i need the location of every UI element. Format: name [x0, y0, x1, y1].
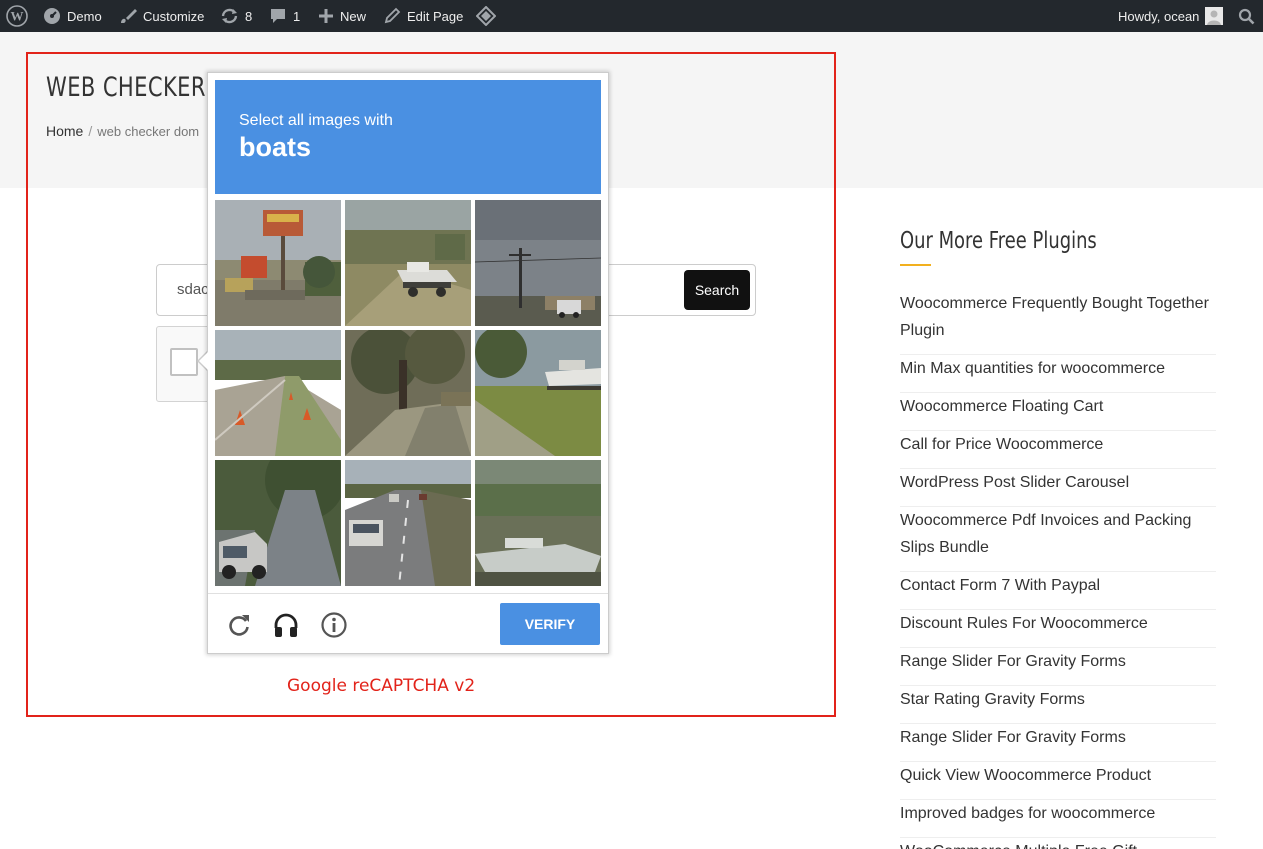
customize-label: Customize	[143, 8, 205, 24]
plugin-link[interactable]: Star Rating Gravity Forms	[900, 686, 1216, 724]
site-name-menu[interactable]: Demo	[43, 0, 102, 32]
edit-page-menu[interactable]: Edit Page	[383, 0, 463, 32]
verify-button[interactable]: VERIFY	[500, 603, 600, 645]
captcha-tile-boat-in-grass[interactable]	[475, 460, 601, 586]
captcha-tile-roadside-signs[interactable]	[215, 200, 341, 326]
avatar	[1205, 7, 1224, 25]
plugin-link[interactable]: Range Slider For Gravity Forms	[900, 648, 1216, 686]
plugin-list: Woocommerce Frequently Bought Together P…	[900, 290, 1216, 849]
captcha-tile-boat-on-trailer[interactable]	[345, 200, 471, 326]
diamond-icon	[476, 6, 496, 26]
refresh-updates-icon	[220, 7, 239, 25]
challenge-divider	[208, 593, 608, 594]
plugin-link[interactable]: Min Max quantities for woocommerce	[900, 355, 1216, 393]
comments-menu[interactable]: 1	[269, 0, 300, 32]
plugin-link[interactable]: Woocommerce Frequently Bought Together P…	[900, 290, 1216, 355]
annotation-caption: Google reCAPTCHA v2	[287, 676, 476, 696]
plugin-link[interactable]: Improved badges for woocommerce	[900, 800, 1216, 838]
challenge-pointer-inner	[199, 351, 209, 371]
admin-bar: W Demo Customize 8 1 New Edit Page Howdy…	[0, 0, 1263, 32]
updates-count: 8	[245, 8, 253, 24]
info-icon[interactable]	[320, 611, 348, 639]
dashboard-icon	[43, 7, 61, 25]
captcha-tile-road-cones[interactable]	[215, 330, 341, 456]
new-menu[interactable]: New	[318, 0, 366, 32]
search-icon[interactable]	[1238, 0, 1255, 32]
sidebar-title-underline	[900, 264, 931, 266]
pencil-icon	[383, 7, 401, 25]
plugin-link[interactable]: Woocommerce Pdf Invoices and Packing Sli…	[900, 507, 1216, 572]
sidebar-title: Our More Free Plugins	[900, 228, 1097, 254]
captcha-tile-car-on-street[interactable]	[215, 460, 341, 586]
wordpress-logo-icon[interactable]: W	[6, 0, 28, 32]
plugin-link[interactable]: Call for Price Woocommerce	[900, 431, 1216, 469]
challenge-keyword: boats	[239, 132, 312, 162]
updates-menu[interactable]: 8	[220, 0, 252, 32]
plugin-link[interactable]: WordPress Post Slider Carousel	[900, 469, 1216, 507]
new-label: New	[340, 8, 367, 24]
plugin-link[interactable]: Discount Rules For Woocommerce	[900, 610, 1216, 648]
howdy-label: Howdy, ocean	[1118, 8, 1200, 24]
account-menu[interactable]: Howdy, ocean	[1118, 0, 1224, 32]
comment-icon	[269, 7, 287, 25]
challenge-instruction: Select all images with	[239, 112, 393, 129]
audio-icon[interactable]	[272, 611, 300, 639]
site-name-label: Demo	[67, 8, 102, 24]
comments-count: 1	[293, 8, 301, 24]
reload-icon[interactable]	[225, 611, 253, 639]
captcha-tile-power-lines-sky[interactable]	[475, 200, 601, 326]
diamond-menu[interactable]	[476, 0, 496, 32]
customize-menu[interactable]: Customize	[119, 0, 204, 32]
captcha-tile-cars-on-highway[interactable]	[345, 460, 471, 586]
captcha-tile-boat-on-lawn[interactable]	[475, 330, 601, 456]
edit-page-label: Edit Page	[407, 8, 464, 24]
plugin-link[interactable]: Woocommerce Floating Cart	[900, 393, 1216, 431]
recaptcha-challenge: Select all images with boats VERIFY	[207, 72, 609, 654]
plugin-link[interactable]: Quick View Woocommerce Product	[900, 762, 1216, 800]
svg-text:W: W	[11, 9, 24, 24]
captcha-tile-tree-street[interactable]	[345, 330, 471, 456]
plugin-link[interactable]: Contact Form 7 With Paypal	[900, 572, 1216, 610]
brush-icon	[119, 7, 137, 25]
challenge-header: Select all images with boats	[215, 80, 601, 194]
plugin-link[interactable]: Range Slider For Gravity Forms	[900, 724, 1216, 762]
plus-icon	[318, 8, 334, 24]
plugin-link[interactable]: WooCommerce Multiple Free Gift	[900, 838, 1216, 849]
